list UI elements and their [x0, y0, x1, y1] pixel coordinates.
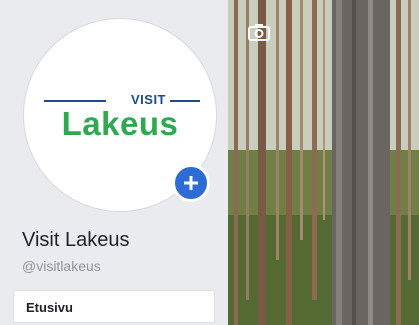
logo-visit-row: VISIT	[44, 92, 200, 107]
logo-line-right	[170, 100, 200, 102]
forest-image	[228, 0, 419, 325]
page-username[interactable]: @visitlakeus	[22, 258, 101, 274]
camera-icon[interactable]	[248, 24, 270, 41]
nav-item-home[interactable]: Etusivu	[13, 290, 215, 323]
page-title[interactable]: Visit Lakeus	[22, 229, 129, 252]
logo-lakeus-text: Lakeus	[61, 105, 179, 142]
profile-picture[interactable]: VISIT Lakeus	[23, 18, 217, 212]
cover-photo[interactable]	[228, 0, 419, 325]
plus-icon	[184, 176, 198, 190]
nav-item-label: Etusivu	[26, 300, 73, 315]
add-profile-picture-button[interactable]	[172, 164, 210, 202]
page-sidebar: VISIT Lakeus Visit Lakeus @visitlakeus E…	[0, 0, 228, 325]
logo-line-left	[44, 100, 106, 102]
